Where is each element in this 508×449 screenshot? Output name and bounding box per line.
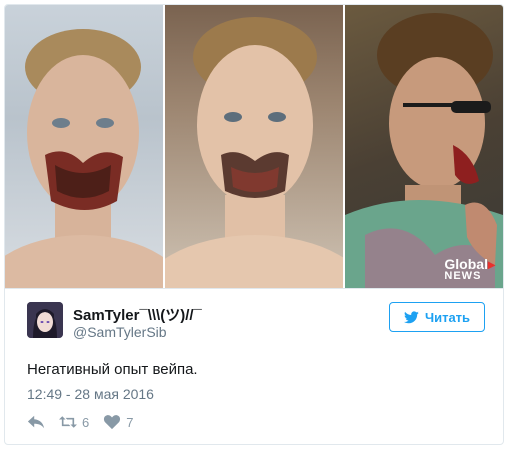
media-divider [5, 288, 503, 289]
photo-2[interactable] [165, 5, 343, 288]
photo-1-image [5, 29, 163, 288]
tweet-actions: 6 7 [27, 412, 133, 432]
avatar-image [27, 302, 63, 338]
like-count: 7 [126, 414, 134, 430]
reply-icon [27, 415, 45, 429]
global-news-logo: Global▸ NEWS [444, 256, 495, 282]
follow-button-label: Читать [424, 309, 471, 325]
photo-2-image [165, 17, 343, 288]
heart-icon [104, 415, 121, 430]
like-button[interactable]: 7 [103, 414, 133, 430]
reply-button[interactable] [27, 414, 45, 430]
avatar[interactable] [27, 302, 63, 338]
retweet-count: 6 [82, 414, 90, 430]
photo-3-image [345, 13, 503, 288]
retweet-button[interactable]: 6 [59, 414, 89, 430]
tweet-card: Global▸ NEWS SamTyler¯\\\(ツ)//¯ @SamTyle… [4, 4, 504, 445]
follow-button[interactable]: Читать [389, 302, 485, 332]
retweet-icon [59, 416, 77, 428]
author-handle[interactable]: @SamTylerSib [73, 324, 167, 340]
author-name[interactable]: SamTyler¯\\\(ツ)//¯ [73, 304, 202, 325]
tweet-media[interactable]: Global▸ NEWS [5, 5, 503, 288]
tweet-timestamp[interactable]: 12:49 - 28 мая 2016 [27, 386, 154, 402]
photo-3[interactable]: Global▸ NEWS [345, 5, 503, 288]
twitter-bird-icon [403, 310, 419, 323]
photo-1[interactable] [5, 5, 163, 288]
tweet-text: Негативный опыт вейпа. [27, 361, 198, 378]
